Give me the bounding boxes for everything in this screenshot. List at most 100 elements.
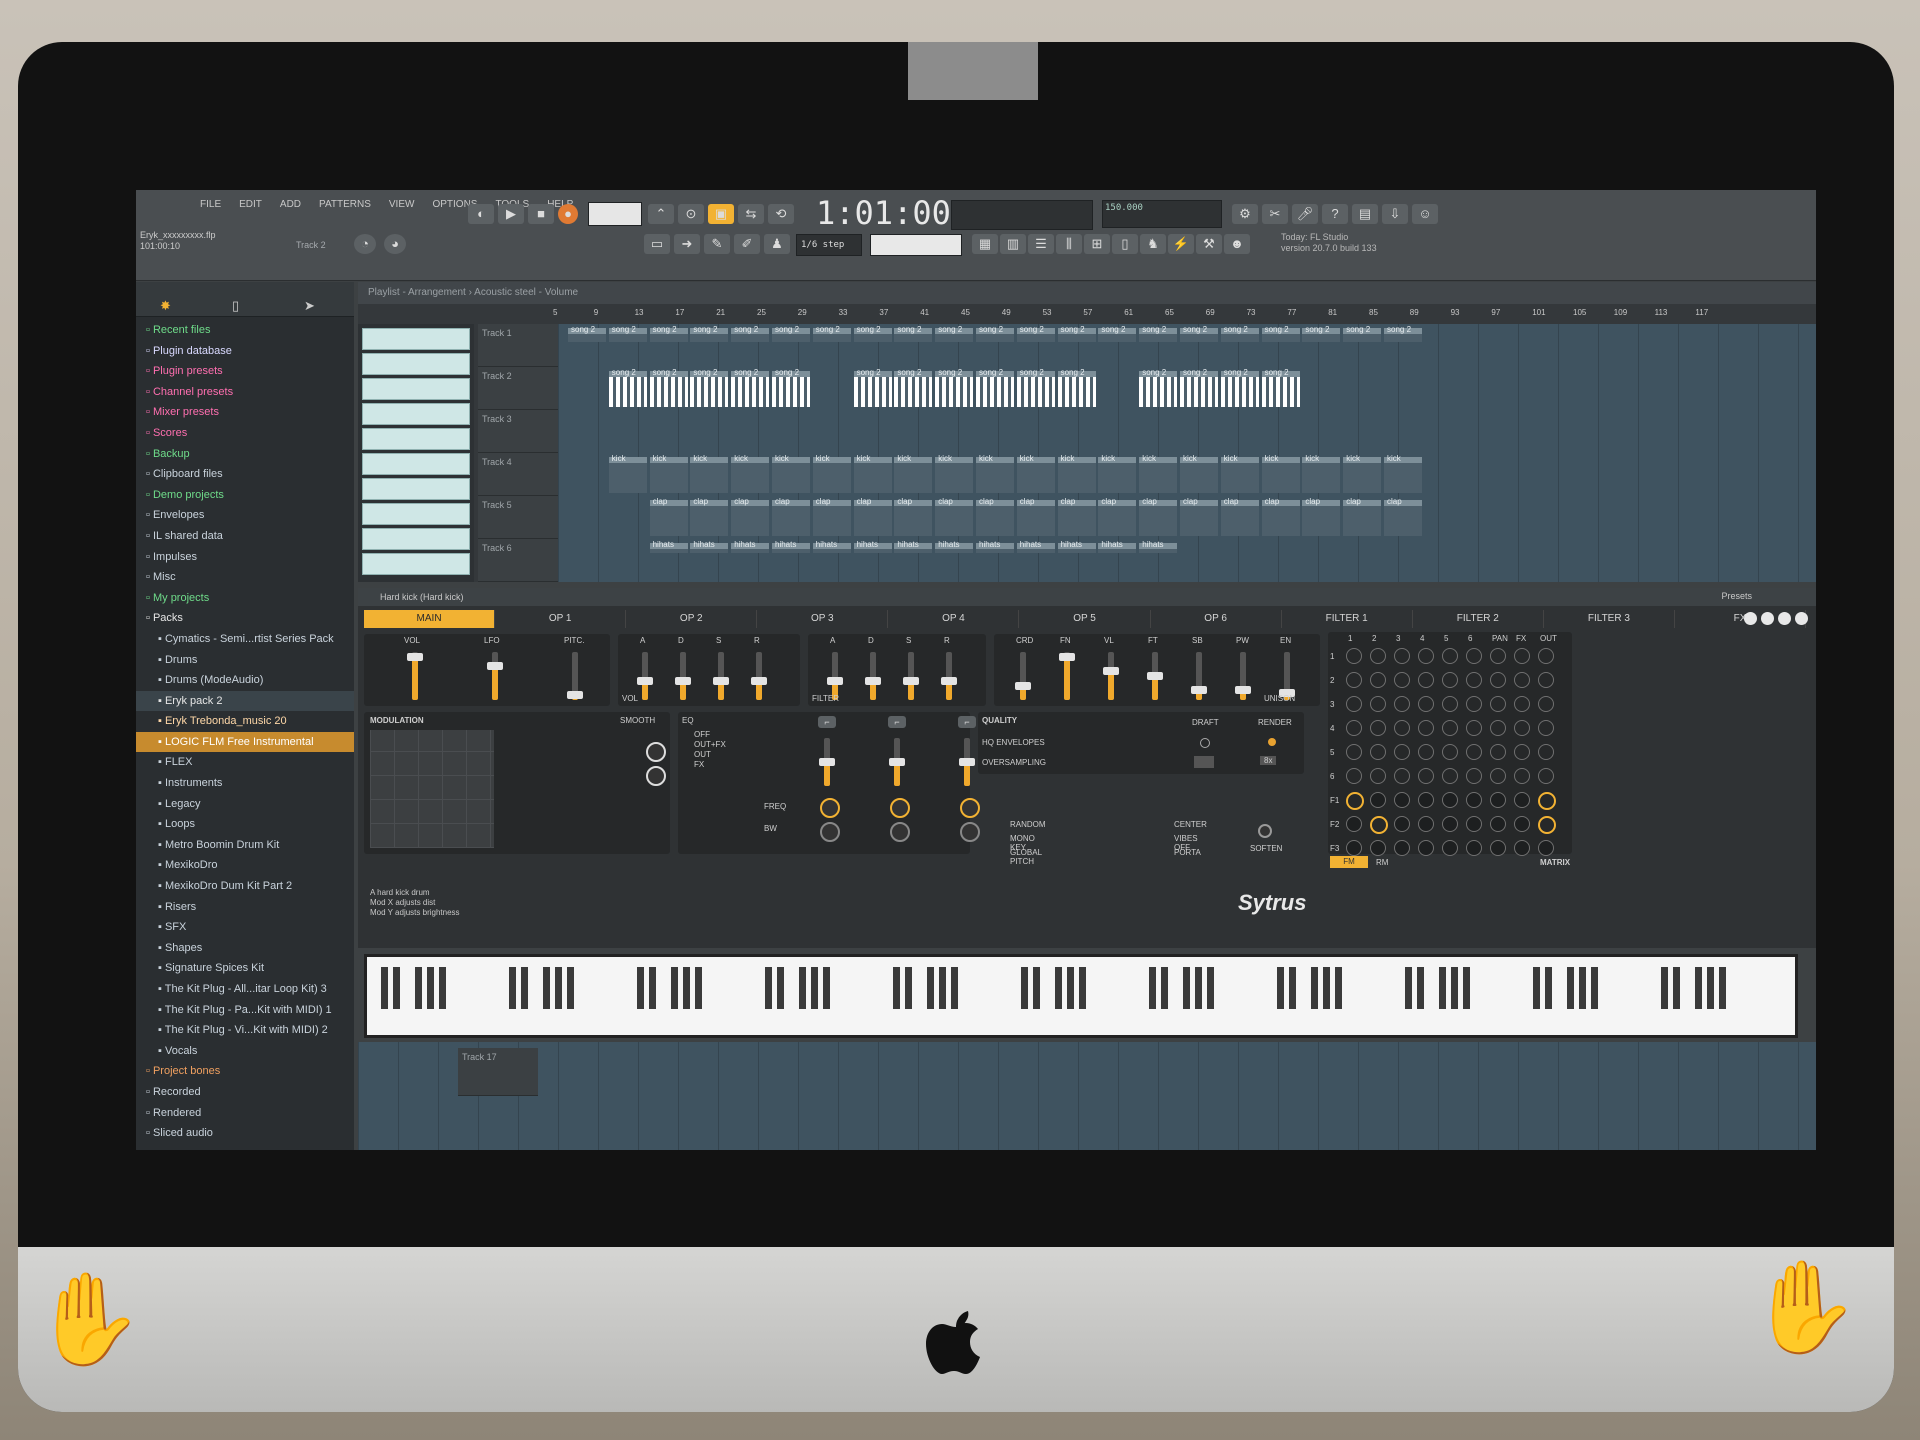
blend-notes-icon[interactable]: ⇆ [738, 204, 764, 224]
timeline-ruler[interactable]: 5 9 13 17 21 25 29 33 37 41 45 49 53 57 61 65 69 73 77 81 85… [533, 308, 1816, 322]
play-button[interactable]: ▶ [498, 204, 524, 224]
matrix-cell-knob[interactable] [1490, 648, 1506, 664]
piano-black-key[interactable] [1463, 967, 1470, 1009]
playlist-clip[interactable]: clap [1057, 498, 1096, 536]
matrix-cell-knob[interactable] [1346, 816, 1362, 832]
matrix-cell-knob[interactable] [1538, 696, 1554, 712]
piano-black-key[interactable] [427, 967, 434, 1009]
piano-black-key[interactable] [951, 967, 958, 1009]
matrix-cell-knob[interactable] [1538, 720, 1554, 736]
matrix-cell-knob[interactable] [1394, 648, 1410, 664]
dot-3[interactable] [1778, 612, 1791, 625]
matrix-cell-knob[interactable] [1394, 792, 1410, 808]
playlist-clip[interactable]: kick [1220, 455, 1259, 493]
fm-button[interactable]: FM [1330, 856, 1368, 868]
eq-bw-knob[interactable] [960, 822, 980, 842]
tab-filter-3[interactable]: FILTER 3 [1544, 610, 1675, 628]
matrix-cell-knob[interactable] [1346, 768, 1362, 784]
playlist-clip[interactable]: clap [772, 498, 810, 536]
playlist-lower-grid[interactable]: Track 17 [358, 1042, 1816, 1150]
piano-black-key[interactable] [893, 967, 900, 1009]
playlist-clip[interactable]: song 2 [1057, 369, 1096, 407]
track-header[interactable]: Track 2 [478, 367, 558, 410]
playlist-clip[interactable]: song 2 [894, 369, 933, 407]
browser-item[interactable]: ▫ Sliced audio [136, 1123, 354, 1144]
browser-item[interactable]: ▫ Impulses [136, 547, 354, 568]
browser-item[interactable]: ▪ Vocals [136, 1041, 354, 1062]
pattern-slot[interactable] [362, 353, 470, 375]
piano-black-key[interactable] [1311, 967, 1318, 1009]
main-fader-cap[interactable] [487, 662, 503, 671]
vol-adsr-fader[interactable] [751, 652, 767, 700]
piano-black-key[interactable] [1079, 967, 1086, 1009]
playlist-clip[interactable]: kick [1302, 455, 1341, 493]
piano-black-key[interactable] [1405, 967, 1412, 1009]
playlist-clip[interactable]: clap [1261, 498, 1300, 536]
piano-black-key[interactable] [1055, 967, 1062, 1009]
menu-item-add[interactable]: ADD [276, 197, 305, 212]
download-icon[interactable]: ⇩ [1382, 204, 1408, 224]
filter-adsr-fader[interactable] [903, 652, 919, 700]
playlist-clip[interactable]: clap [731, 498, 770, 536]
track-header[interactable]: Track 1 [478, 324, 558, 367]
playlist-clip[interactable]: clap [894, 498, 933, 536]
eq-band-gain[interactable] [819, 738, 835, 786]
tools-icon[interactable]: ⚒ [1196, 234, 1222, 254]
matrix-cell-knob[interactable] [1442, 672, 1458, 688]
matrix-cell-knob[interactable] [1370, 840, 1386, 856]
matrix-cell-knob[interactable] [1394, 744, 1410, 760]
matrix-cell-knob[interactable] [1466, 792, 1482, 808]
matrix-cell-knob[interactable] [1394, 696, 1410, 712]
matrix-cell-knob[interactable] [1490, 768, 1506, 784]
matrix-cell-knob[interactable] [1466, 720, 1482, 736]
metronome-icon[interactable]: ⌃ [648, 204, 674, 224]
playlist-clip[interactable]: song 2 [1220, 369, 1259, 407]
playlist-clip[interactable]: song 2 [649, 369, 688, 407]
op-fader[interactable] [1059, 652, 1075, 700]
save-icon[interactable]: ▤ [1352, 204, 1378, 224]
matrix-cell-knob[interactable] [1442, 792, 1458, 808]
eq-freq-knob[interactable] [890, 798, 910, 818]
matrix-cell-knob[interactable] [1394, 720, 1410, 736]
browser-item[interactable]: ▪ Shapes [136, 938, 354, 959]
track-header[interactable]: Track 5 [478, 496, 558, 539]
matrix-cell-knob[interactable] [1466, 672, 1482, 688]
eq-freq-knob[interactable] [820, 798, 840, 818]
main-fader[interactable] [487, 652, 503, 700]
browser-item[interactable]: ▪ Cymatics - Semi...rtist Series Pack [136, 629, 354, 650]
playlist-clip[interactable]: kick [1261, 455, 1300, 493]
vol-adsr-fader-cap[interactable] [675, 676, 691, 685]
menu-item-file[interactable]: FILE [196, 197, 225, 212]
playlist-clip[interactable]: song 2 [1302, 326, 1341, 342]
playlist-clip[interactable]: kick [976, 455, 1014, 493]
pattern-selector[interactable] [870, 234, 962, 256]
vol-adsr-fader[interactable] [713, 652, 729, 700]
matrix-cell-knob[interactable] [1394, 840, 1410, 856]
channel-rack-icon[interactable]: ☰ [1028, 234, 1054, 254]
dot-2[interactable] [1761, 612, 1774, 625]
presets-button[interactable]: Presets [1721, 591, 1752, 601]
playlist-clip[interactable]: song 2 [772, 326, 810, 342]
playlist-clip[interactable]: song 2 [690, 369, 729, 407]
filter-adsr-fader[interactable] [865, 652, 881, 700]
playlist-clip[interactable]: hihats [731, 541, 770, 553]
browser-item[interactable]: ▫ Channel presets [136, 382, 354, 403]
playlist-clip[interactable]: song 2 [1139, 326, 1178, 342]
matrix-cell-knob[interactable] [1514, 840, 1530, 856]
piano-black-key[interactable] [1195, 967, 1202, 1009]
filter-adsr-fader[interactable] [827, 652, 843, 700]
matrix-cell-knob[interactable] [1346, 840, 1362, 856]
matrix-cell-knob[interactable] [1370, 816, 1388, 834]
matrix-cell-knob[interactable] [1346, 792, 1364, 810]
playlist-clip[interactable]: song 2 [853, 326, 892, 342]
matrix-cell-knob[interactable] [1394, 768, 1410, 784]
piano-black-key[interactable] [1567, 967, 1574, 1009]
op-fader[interactable] [1015, 652, 1031, 700]
playlist-clip[interactable]: kick [1057, 455, 1096, 493]
matrix-cell-knob[interactable] [1466, 840, 1482, 856]
playlist-clip[interactable]: clap [1343, 498, 1382, 536]
file-icon[interactable]: ▯ [232, 298, 239, 314]
paint-tool-icon[interactable]: ✐ [734, 234, 760, 254]
filter-adsr-fader-cap[interactable] [903, 676, 919, 685]
browser-item[interactable]: ▪ Drums [136, 650, 354, 671]
